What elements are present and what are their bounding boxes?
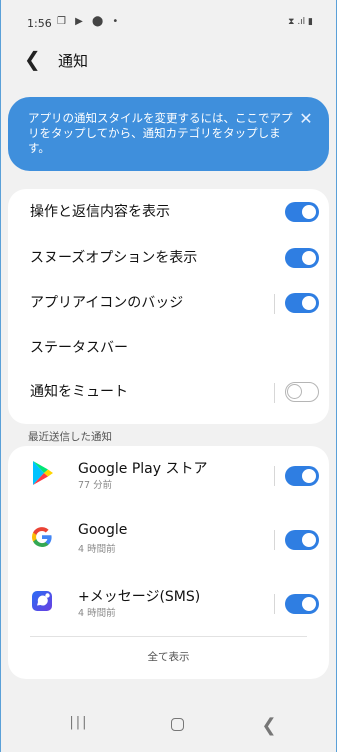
system-nav-bar: ||| ❮: [0, 700, 337, 752]
setting-row-show-actions-replies[interactable]: 操作と返信内容を表示: [8, 189, 329, 233]
home-shape: [170, 718, 184, 731]
app-header: ❮ 通知: [0, 43, 337, 79]
app-name: +メッセージ(SMS): [78, 589, 201, 605]
recent-apps-card: Google Play ストア 77 分前 Google 4 時間前 +メッセー…: [8, 446, 329, 679]
recent-notifications-header: 最近送信した通知: [28, 431, 112, 443]
home-icon[interactable]: [162, 715, 192, 739]
divider: [274, 294, 275, 314]
setting-row-snooze-options[interactable]: スヌーズオプションを表示: [8, 235, 329, 279]
info-banner[interactable]: アプリの通知スタイルを変更するには、ここでアプリをタップしてから、通知カテゴリを…: [8, 97, 329, 171]
toggle-switch[interactable]: [285, 202, 319, 222]
page-title: 通知: [58, 52, 89, 70]
toggle-knob: [287, 384, 302, 399]
app-name: Google Play ストア: [78, 461, 208, 477]
app-row-google[interactable]: Google 4 時間前: [8, 510, 329, 570]
back-icon[interactable]: ❮: [254, 715, 284, 739]
banner-text: アプリの通知スタイルを変更するには、ここでアプリをタップしてから、通知カテゴリを…: [28, 111, 293, 155]
toggle-switch[interactable]: [285, 248, 319, 268]
notification-settings-card: 操作と返信内容を表示 スヌーズオプションを表示 アプリアイコンのバッジ ステータ…: [8, 189, 329, 424]
setting-label: アプリアイコンのバッジ: [30, 295, 184, 311]
notification-icons: ❒ ▶ ⬤ •: [57, 16, 122, 27]
divider: [274, 383, 275, 403]
toggle-switch[interactable]: [285, 530, 319, 550]
app-time: 4 時間前: [78, 608, 116, 619]
status-bar: 1:56 ❒ ▶ ⬤ • ⧗ .ıl ▮: [0, 0, 337, 40]
toggle-knob: [300, 531, 318, 549]
app-row-messages-sms[interactable]: +メッセージ(SMS) 4 時間前: [8, 574, 329, 634]
setting-row-status-bar[interactable]: ステータスバー: [8, 325, 329, 369]
toggle-knob: [300, 249, 318, 267]
google-play-icon: [33, 461, 53, 485]
close-icon[interactable]: ✕: [298, 111, 314, 127]
setting-label: 通知をミュート: [30, 384, 128, 400]
divider: [30, 636, 307, 637]
toggle-switch[interactable]: [285, 382, 319, 402]
toggle-knob: [300, 294, 318, 312]
divider: [274, 530, 275, 550]
setting-label: スヌーズオプションを表示: [30, 250, 198, 266]
setting-label: 操作と返信内容を表示: [30, 204, 170, 220]
toggle-switch[interactable]: [285, 594, 319, 614]
setting-label: ステータスバー: [30, 340, 128, 356]
divider: [274, 594, 275, 614]
toggle-switch[interactable]: [285, 293, 319, 313]
app-time: 4 時間前: [78, 544, 116, 555]
google-icon: [31, 527, 52, 547]
divider: [274, 466, 275, 486]
status-time: 1:56: [27, 17, 52, 30]
app-time: 77 分前: [78, 480, 113, 491]
toggle-knob: [300, 467, 318, 485]
back-arrow-icon[interactable]: ❮: [24, 45, 48, 73]
toggle-knob: [300, 203, 318, 221]
messages-icon: [32, 591, 52, 611]
setting-row-app-icon-badges[interactable]: アプリアイコンのバッジ: [8, 280, 329, 324]
recent-apps-icon[interactable]: |||: [64, 715, 94, 739]
show-all-button[interactable]: 全て表示: [8, 649, 329, 664]
app-name: Google: [78, 522, 128, 538]
toggle-knob: [300, 595, 318, 613]
app-row-google-play[interactable]: Google Play ストア 77 分前: [8, 446, 329, 506]
setting-row-mute-notifications[interactable]: 通知をミュート: [8, 369, 329, 413]
toggle-switch[interactable]: [285, 466, 319, 486]
signal-battery-icons: ⧗ .ıl ▮: [288, 17, 313, 27]
